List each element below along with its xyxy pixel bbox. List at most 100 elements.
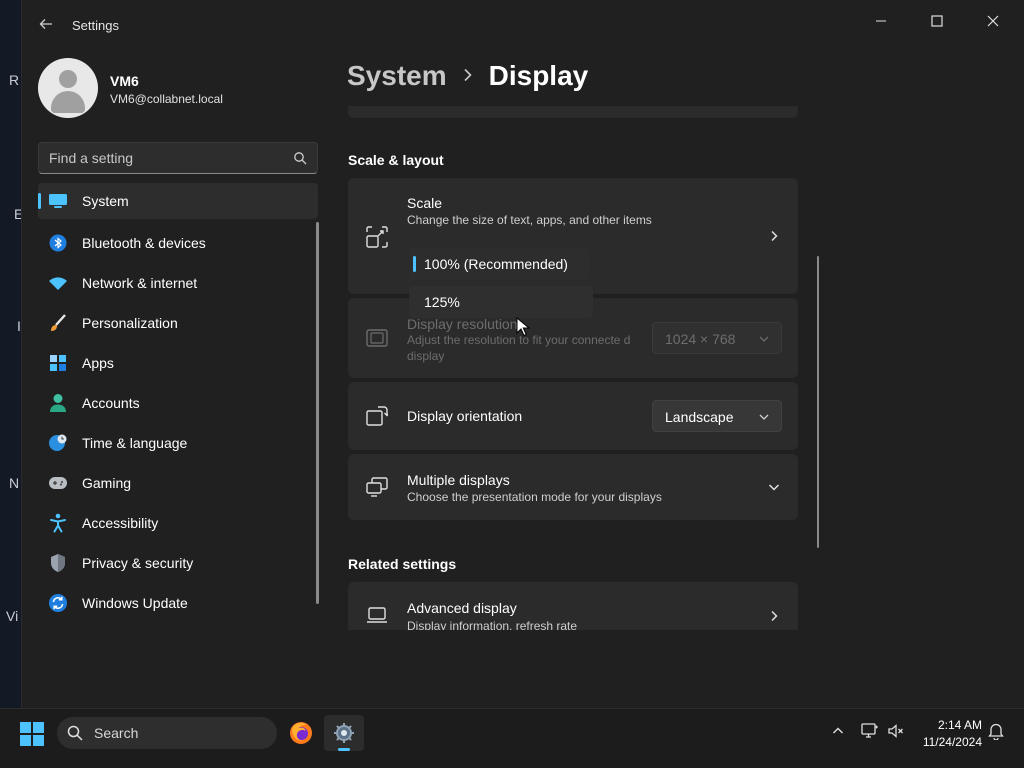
chevron-right-icon	[771, 230, 778, 242]
sidebar-item-time-language[interactable]: Time & language	[38, 423, 318, 463]
multiple-displays-subtitle: Choose the presentation mode for your di…	[407, 490, 662, 504]
find-setting-input[interactable]	[49, 149, 279, 167]
main-scrollbar[interactable]	[817, 256, 819, 548]
globe-clock-icon	[48, 433, 68, 453]
tray-volume[interactable]	[886, 721, 906, 741]
avatar-body	[51, 91, 85, 113]
back-arrow-icon	[39, 19, 52, 29]
display-resolution-value: 1024 × 768	[665, 331, 736, 347]
search-icon	[67, 725, 83, 741]
sidebar-item-system[interactable]: System	[38, 183, 318, 219]
tray-network[interactable]	[860, 721, 880, 741]
taskbar-search[interactable]: Search	[57, 717, 277, 749]
wifi-icon	[48, 273, 68, 293]
desktop-background: R E I N Vi	[0, 0, 23, 708]
display-orientation-dropdown[interactable]: Landscape	[652, 400, 782, 432]
chevron-right-icon	[463, 66, 473, 87]
desktop-icon-label[interactable]: Vi	[6, 608, 18, 624]
sidebar-item-label: Bluetooth & devices	[82, 235, 206, 251]
sidebar-nav: System Bluetooth & devices Network & int…	[38, 183, 318, 623]
sidebar-scrollbar[interactable]	[316, 222, 319, 604]
selection-indicator	[38, 193, 41, 209]
multiple-displays-icon	[366, 477, 388, 497]
running-indicator	[338, 748, 350, 751]
sidebar-item-label: Network & internet	[82, 275, 198, 291]
chevron-up-icon	[833, 727, 843, 734]
breadcrumb-parent[interactable]: System	[347, 60, 447, 92]
mouse-cursor-icon	[516, 317, 530, 337]
display-resolution-dropdown[interactable]: 1024 × 768	[652, 322, 782, 354]
display-orientation-value: Landscape	[665, 409, 734, 425]
speaker-muted-icon	[888, 724, 903, 738]
chevron-down-icon	[759, 336, 769, 342]
sidebar-item-label: Time & language	[82, 435, 188, 451]
scale-subtitle: Change the size of text, apps, and other…	[407, 213, 652, 227]
maximize-button[interactable]	[914, 6, 960, 36]
scale-option-label: 125%	[424, 294, 460, 310]
avatar[interactable]	[38, 58, 98, 118]
chevron-right-icon	[771, 610, 778, 622]
sidebar-item-windows-update[interactable]: Windows Update	[38, 583, 318, 623]
windows-start-icon[interactable]	[20, 722, 44, 746]
close-icon	[987, 15, 999, 27]
sidebar-item-apps[interactable]: Apps	[38, 343, 318, 383]
minimize-button[interactable]	[858, 6, 904, 36]
brush-icon	[48, 313, 68, 333]
sidebar-item-label: System	[82, 193, 129, 209]
display-orientation-title: Display orientation	[407, 408, 523, 424]
page-title: Display	[488, 60, 589, 91]
bluetooth-icon	[48, 233, 68, 253]
previous-card-edge	[348, 106, 798, 118]
taskbar-settings[interactable]	[324, 715, 364, 751]
clock-time[interactable]: 2:14 AM	[920, 718, 982, 732]
advanced-display-title: Advanced display	[407, 600, 517, 616]
sidebar-item-gaming[interactable]: Gaming	[38, 463, 318, 503]
find-setting-box[interactable]	[38, 142, 318, 174]
title-bar: Settings	[22, 0, 1024, 48]
chevron-down-icon[interactable]	[768, 481, 780, 493]
sidebar-item-label: Privacy & security	[82, 555, 194, 571]
bell-icon	[988, 723, 1004, 740]
system-icon	[48, 191, 68, 211]
section-title-scale-layout: Scale & layout	[348, 152, 444, 168]
selection-indicator	[413, 256, 416, 272]
sidebar-item-label: Accessibility	[82, 515, 159, 531]
close-button[interactable]	[970, 6, 1016, 36]
orientation-icon	[366, 406, 388, 426]
user-email: VM6@collabnet.local	[110, 92, 223, 106]
desktop-icon-label[interactable]: R	[9, 72, 19, 88]
maximize-icon	[931, 15, 943, 27]
network-monitor-icon	[861, 723, 878, 738]
advanced-display-subtitle: Display information, refresh rate	[407, 619, 578, 630]
section-title-related-settings: Related settings	[348, 556, 457, 572]
multiple-displays-card[interactable]: Multiple displays Choose the presentatio…	[348, 454, 798, 520]
sidebar-item-personalization[interactable]: Personalization	[38, 303, 318, 343]
notifications-button[interactable]	[986, 721, 1006, 741]
sidebar-item-privacy-security[interactable]: Privacy & security	[38, 543, 318, 583]
avatar-head	[59, 70, 77, 88]
sidebar-item-network[interactable]: Network & internet	[38, 263, 318, 303]
tray-overflow-button[interactable]	[828, 721, 848, 741]
desktop-icon-label[interactable]: N	[9, 475, 19, 491]
gear-icon	[334, 723, 354, 743]
sidebar-item-accounts[interactable]: Accounts	[38, 383, 318, 423]
user-name: VM6	[110, 73, 139, 89]
clock-date[interactable]: 11/24/2024	[912, 735, 982, 749]
scale-option-label: 100% (Recommended)	[424, 256, 568, 272]
sidebar-item-bluetooth[interactable]: Bluetooth & devices	[38, 223, 318, 263]
taskbar-firefox[interactable]	[281, 715, 321, 751]
app-title: Settings	[72, 18, 119, 33]
apps-icon	[48, 353, 68, 373]
accessibility-icon	[48, 513, 68, 533]
search-icon[interactable]	[293, 151, 307, 165]
shield-icon	[48, 553, 68, 573]
scale-title: Scale	[407, 195, 443, 211]
scale-option-100[interactable]: 100% (Recommended)	[409, 248, 589, 280]
sidebar-item-label: Windows Update	[82, 595, 188, 611]
back-button[interactable]	[34, 12, 58, 36]
advanced-display-card[interactable]: Advanced display Display information, re…	[348, 582, 798, 630]
scale-icon	[366, 226, 388, 248]
scale-option-125[interactable]: 125%	[409, 286, 593, 318]
sidebar-item-accessibility[interactable]: Accessibility	[38, 503, 318, 543]
minimize-icon	[876, 20, 886, 22]
